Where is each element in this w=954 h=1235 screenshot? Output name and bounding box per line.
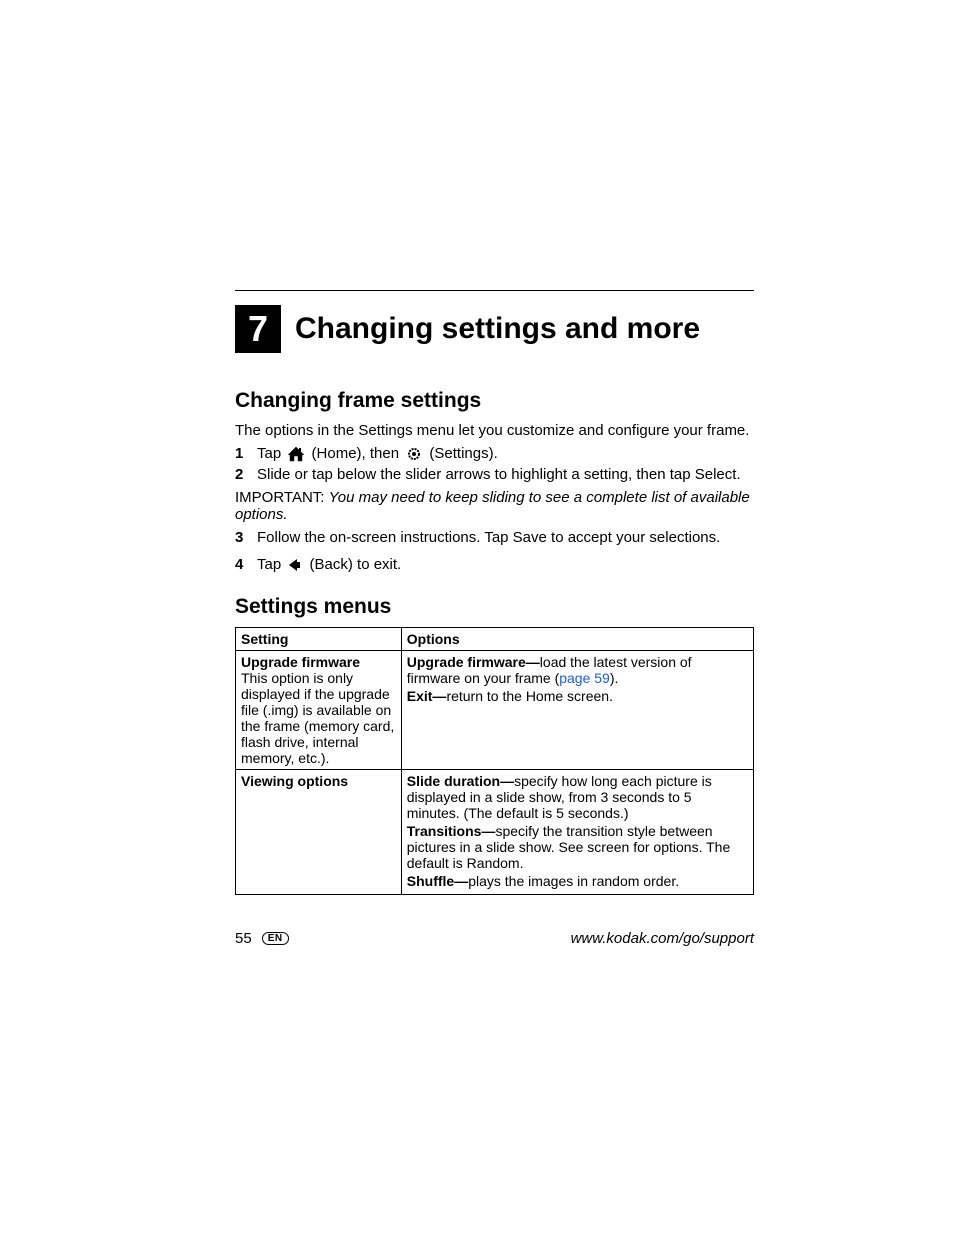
text: ). xyxy=(610,670,619,686)
option-label: Slide duration— xyxy=(407,773,514,789)
page-number: 55 xyxy=(235,930,252,947)
step-number: 1 xyxy=(235,445,247,462)
step-text: Follow the on-screen instructions. Tap S… xyxy=(257,529,720,546)
step-number: 3 xyxy=(235,529,247,546)
table-header-row: Setting Options xyxy=(236,627,754,650)
option-label: Exit— xyxy=(407,688,447,704)
home-icon xyxy=(287,446,305,462)
text: (Back) to exit. xyxy=(310,556,402,573)
page-footer: 55 EN www.kodak.com/go/support xyxy=(235,930,754,947)
step-text: Slide or tap below the slider arrows to … xyxy=(257,466,741,483)
step-text: Tap (Back) to exit. xyxy=(257,556,401,573)
important-label: IMPORTANT: xyxy=(235,489,329,506)
option-text: return to the Home screen. xyxy=(446,688,613,704)
table-cell-options: Upgrade firmware—load the latest version… xyxy=(401,650,753,769)
text: (Home), then xyxy=(312,445,404,462)
text: (Settings). xyxy=(429,445,497,462)
step-number: 2 xyxy=(235,466,247,483)
table-row: Upgrade firmware This option is only dis… xyxy=(236,650,754,769)
settings-table: Setting Options Upgrade firmware This op… xyxy=(235,627,754,895)
language-badge: EN xyxy=(262,932,289,945)
chapter-number: 7 xyxy=(235,305,281,353)
section-heading-frame-settings: Changing frame settings xyxy=(235,389,754,413)
section-heading-settings-menus: Settings menus xyxy=(235,595,754,619)
step-1: 1 Tap (Home), then (Settings). xyxy=(235,445,754,462)
step-number: 4 xyxy=(235,556,247,573)
step-3: 3 Follow the on-screen instructions. Tap… xyxy=(235,529,754,546)
text: Tap xyxy=(257,445,285,462)
table-cell-options: Slide duration—specify how long each pic… xyxy=(401,769,753,894)
settings-icon xyxy=(405,446,423,462)
important-note: IMPORTANT: You may need to keep sliding … xyxy=(235,489,754,523)
support-url[interactable]: www.kodak.com/go/support xyxy=(571,930,754,947)
page-link[interactable]: page 59 xyxy=(559,670,610,686)
option-label: Shuffle— xyxy=(407,873,468,889)
section-intro: The options in the Settings menu let you… xyxy=(235,421,754,441)
text: Tap xyxy=(257,556,285,573)
setting-desc: This option is only displayed if the upg… xyxy=(241,670,394,766)
table-cell-setting: Viewing options xyxy=(236,769,402,894)
back-icon xyxy=(287,558,303,572)
table-cell-setting: Upgrade firmware This option is only dis… xyxy=(236,650,402,769)
chapter-header: 7 Changing settings and more xyxy=(235,305,754,353)
table-header-setting: Setting xyxy=(236,627,402,650)
option-text: plays the images in random order. xyxy=(468,873,679,889)
setting-name: Viewing options xyxy=(241,773,348,789)
setting-name: Upgrade firmware xyxy=(241,654,360,670)
chapter-title: Changing settings and more xyxy=(295,312,700,346)
table-row: Viewing options Slide duration—specify h… xyxy=(236,769,754,894)
table-header-options: Options xyxy=(401,627,753,650)
step-2: 2 Slide or tap below the slider arrows t… xyxy=(235,466,754,483)
step-text: Tap (Home), then (Settings). xyxy=(257,445,498,462)
option-label: Upgrade firmware— xyxy=(407,654,540,670)
option-label: Transitions— xyxy=(407,823,496,839)
horizontal-rule xyxy=(235,290,754,291)
step-4: 4 Tap (Back) to exit. xyxy=(235,556,754,573)
